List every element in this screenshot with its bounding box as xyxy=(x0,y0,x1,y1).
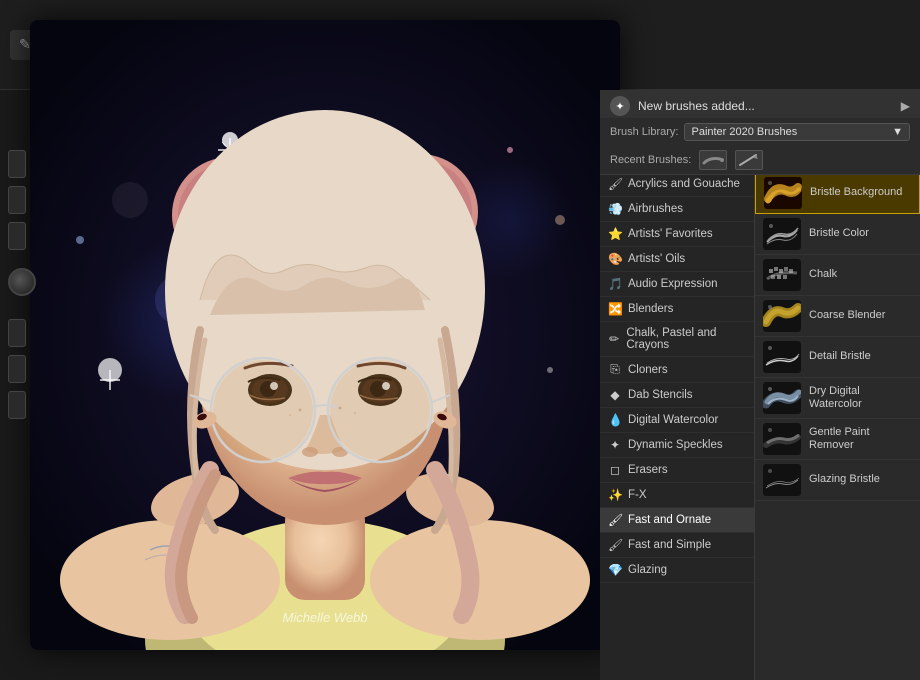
category-item-blenders[interactable]: 🔀 Blenders xyxy=(600,297,754,322)
canvas-area: Michelle Webb xyxy=(30,20,620,650)
brush-item-gentle-remover[interactable]: Gentle Paint Remover xyxy=(755,419,920,460)
notification-text: New brushes added... xyxy=(638,99,893,113)
chalk-preview xyxy=(763,259,801,291)
category-label: Dab Stencils xyxy=(628,389,693,401)
category-list: 🖌 Acrylics and Gouache 💨 Airbrushes ⭐ Ar… xyxy=(600,172,755,680)
category-item-erasers[interactable]: ◻ Erasers xyxy=(600,458,754,483)
glazing-bristle-name: Glazing Bristle xyxy=(809,473,912,486)
brush-list: Bristle Background Bristle Color xyxy=(755,172,920,680)
category-item-chalk[interactable]: ✏ Chalk, Pastel and Crayons xyxy=(600,322,754,357)
tablet-btn-3[interactable] xyxy=(8,222,26,250)
category-label: Airbrushes xyxy=(628,203,683,215)
tablet-btn-6[interactable] xyxy=(8,391,26,419)
coarse-blender-preview xyxy=(763,300,801,332)
chalk-icon: ✏ xyxy=(608,332,620,346)
brush-item-bristle-bg[interactable]: Bristle Background xyxy=(755,172,920,214)
category-label: Acrylics and Gouache xyxy=(628,178,740,190)
tablet-btn-1[interactable] xyxy=(8,150,26,178)
library-arrow-icon: ▼ xyxy=(892,126,903,138)
category-item-acrylics[interactable]: 🖌 Acrylics and Gouache xyxy=(600,172,754,197)
blenders-icon: 🔀 xyxy=(608,302,622,316)
recent-brush-1[interactable] xyxy=(699,150,727,170)
recent-brushes-bar: Recent Brushes: xyxy=(600,146,920,175)
category-item-fast-simple[interactable]: 🖌 Fast and Simple xyxy=(600,533,754,558)
brush-item-bristle-color[interactable]: Bristle Color xyxy=(755,214,920,255)
dry-digital-wc-preview xyxy=(763,382,801,414)
library-value: Painter 2020 Brushes xyxy=(691,126,797,138)
dab-icon: ◆ xyxy=(608,388,622,402)
library-label: Brush Library: xyxy=(610,126,678,138)
detail-bristle-name: Detail Bristle xyxy=(809,350,912,363)
category-item-fast-ornate[interactable]: 🖌 Fast and Ornate xyxy=(600,508,754,533)
category-label: Digital Watercolor xyxy=(628,414,718,426)
category-label: Chalk, Pastel and Crayons xyxy=(626,327,746,351)
artists-favs-icon: ⭐ xyxy=(608,227,622,241)
category-item-audio[interactable]: 🎵 Audio Expression xyxy=(600,272,754,297)
category-label: Artists' Oils xyxy=(628,253,685,265)
brush-item-detail-bristle[interactable]: Detail Bristle xyxy=(755,337,920,378)
category-label: Artists' Favorites xyxy=(628,228,713,240)
audio-icon: 🎵 xyxy=(608,277,622,291)
watermark: Michelle Webb xyxy=(282,610,367,625)
category-label: Glazing xyxy=(628,564,667,576)
category-label: Blenders xyxy=(628,303,673,315)
tablet-btn-2[interactable] xyxy=(8,186,26,214)
chalk-name: Chalk xyxy=(809,268,912,281)
tablet-btn-4[interactable] xyxy=(8,319,26,347)
glazing-bristle-preview xyxy=(763,464,801,496)
acrylics-icon: 🖌 xyxy=(608,177,622,191)
fast-simple-icon: 🖌 xyxy=(608,538,622,552)
category-item-airbrushes[interactable]: 💨 Airbrushes xyxy=(600,197,754,222)
recent-label: Recent Brushes: xyxy=(610,154,691,166)
recent-brush-2[interactable] xyxy=(735,150,763,170)
library-bar: Brush Library: Painter 2020 Brushes ▼ xyxy=(600,118,920,147)
category-label: Fast and Ornate xyxy=(628,514,711,526)
digital-wc-icon: 💧 xyxy=(608,413,622,427)
category-item-dynamic[interactable]: ✦ Dynamic Speckles xyxy=(600,433,754,458)
category-item-artists-favs[interactable]: ⭐ Artists' Favorites xyxy=(600,222,754,247)
category-item-artists-oils[interactable]: 🎨 Artists' Oils xyxy=(600,247,754,272)
category-label: Audio Expression xyxy=(628,278,718,290)
brush-item-chalk[interactable]: Chalk xyxy=(755,255,920,296)
bristle-bg-name: Bristle Background xyxy=(810,186,911,199)
brush-item-glazing-bristle[interactable]: Glazing Bristle xyxy=(755,460,920,501)
category-label: Dynamic Speckles xyxy=(628,439,723,451)
bristle-color-preview xyxy=(763,218,801,250)
airbrushes-icon: 💨 xyxy=(608,202,622,216)
tablet-dial[interactable] xyxy=(8,268,36,296)
category-item-dab[interactable]: ◆ Dab Stencils xyxy=(600,383,754,408)
category-item-glazing[interactable]: 💎 Glazing xyxy=(600,558,754,583)
fast-ornate-icon: 🖌 xyxy=(608,513,622,527)
category-label: Fast and Simple xyxy=(628,539,711,551)
gentle-remover-preview xyxy=(763,423,801,455)
dynamic-icon: ✦ xyxy=(608,438,622,452)
category-label: Erasers xyxy=(628,464,668,476)
erasers-icon: ◻ xyxy=(608,463,622,477)
bristle-color-name: Bristle Color xyxy=(809,227,912,240)
category-item-fx[interactable]: ✨ F-X xyxy=(600,483,754,508)
main-panel: 🖌 Acrylics and Gouache 💨 Airbrushes ⭐ Ar… xyxy=(600,172,920,680)
dry-digital-wc-name: Dry Digital Watercolor xyxy=(809,385,912,411)
gentle-remover-name: Gentle Paint Remover xyxy=(809,426,912,452)
notification-icon: ✦ xyxy=(610,96,630,116)
brush-item-dry-digital-wc[interactable]: Dry Digital Watercolor xyxy=(755,378,920,419)
category-item-digital-wc[interactable]: 💧 Digital Watercolor xyxy=(600,408,754,433)
category-label: F-X xyxy=(628,489,647,501)
tablet-btn-5[interactable] xyxy=(8,355,26,383)
bristle-bg-preview xyxy=(764,177,802,209)
fx-icon: ✨ xyxy=(608,488,622,502)
canvas-artwork: Michelle Webb xyxy=(30,20,620,650)
coarse-blender-name: Coarse Blender xyxy=(809,309,912,322)
brush-item-coarse-blender[interactable]: Coarse Blender xyxy=(755,296,920,337)
library-dropdown[interactable]: Painter 2020 Brushes ▼ xyxy=(684,123,910,141)
category-label: Cloners xyxy=(628,364,668,376)
glazing-icon: 💎 xyxy=(608,563,622,577)
detail-bristle-preview xyxy=(763,341,801,373)
cloners-icon: ⎘ xyxy=(608,362,622,377)
left-controls xyxy=(8,150,36,419)
notification-arrow: ▶ xyxy=(901,99,910,113)
artists-oils-icon: 🎨 xyxy=(608,252,622,266)
category-item-cloners[interactable]: ⎘ Cloners xyxy=(600,357,754,383)
